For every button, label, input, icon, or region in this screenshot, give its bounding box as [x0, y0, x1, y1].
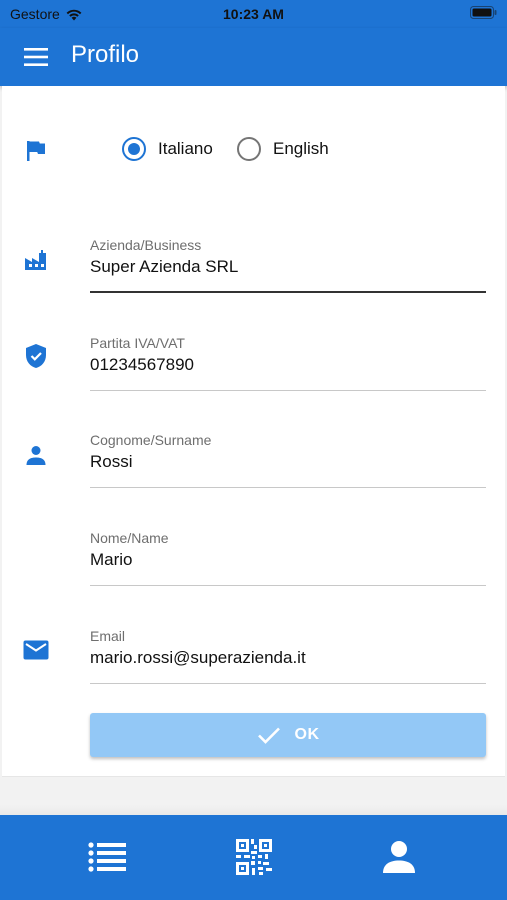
flag-icon [22, 137, 50, 165]
company-label: Azienda/Business [90, 237, 202, 253]
company-input[interactable] [90, 257, 486, 277]
radio-circle [122, 137, 146, 161]
bottom-nav [0, 815, 507, 900]
profile-nav-person-icon[interactable] [379, 837, 419, 877]
radio-label: English [273, 139, 329, 158]
radio-italiano[interactable]: Italiano [122, 137, 213, 161]
vat-input[interactable] [90, 355, 486, 375]
check-icon [257, 727, 280, 744]
radio-english[interactable]: English [237, 137, 329, 161]
ok-button[interactable]: OK [90, 713, 486, 757]
qr-code-icon[interactable] [234, 837, 274, 877]
vat-field[interactable]: Partita IVA/VAT [90, 335, 486, 391]
menu-icon[interactable] [22, 45, 50, 69]
battery-icon [470, 6, 497, 19]
email-field[interactable]: Email [90, 628, 486, 684]
divider [0, 805, 507, 815]
name-input[interactable] [90, 550, 486, 570]
vat-label: Partita IVA/VAT [90, 335, 185, 351]
name-field[interactable]: Nome/Name [90, 530, 486, 586]
company-field[interactable]: Azienda/Business [90, 237, 486, 293]
email-input[interactable] [90, 648, 486, 668]
verified-shield-icon [22, 342, 50, 370]
app-bar: Profilo [0, 28, 507, 86]
ok-button-label: OK [294, 726, 320, 743]
radio-circle [237, 137, 261, 161]
person-icon [22, 441, 50, 469]
surname-input[interactable] [90, 452, 486, 472]
radio-label: Italiano [158, 139, 213, 158]
name-label: Nome/Name [90, 530, 169, 546]
list-icon[interactable] [87, 837, 127, 877]
clock: 10:23 AM [223, 6, 284, 22]
surname-field[interactable]: Cognome/Surname [90, 432, 486, 488]
surname-label: Cognome/Surname [90, 432, 212, 448]
mail-icon [22, 636, 50, 664]
factory-icon [22, 246, 50, 274]
status-bar: Gestore 10:23 AM [0, 0, 507, 28]
page-title: Profilo [71, 41, 140, 68]
email-label: Email [90, 628, 126, 644]
